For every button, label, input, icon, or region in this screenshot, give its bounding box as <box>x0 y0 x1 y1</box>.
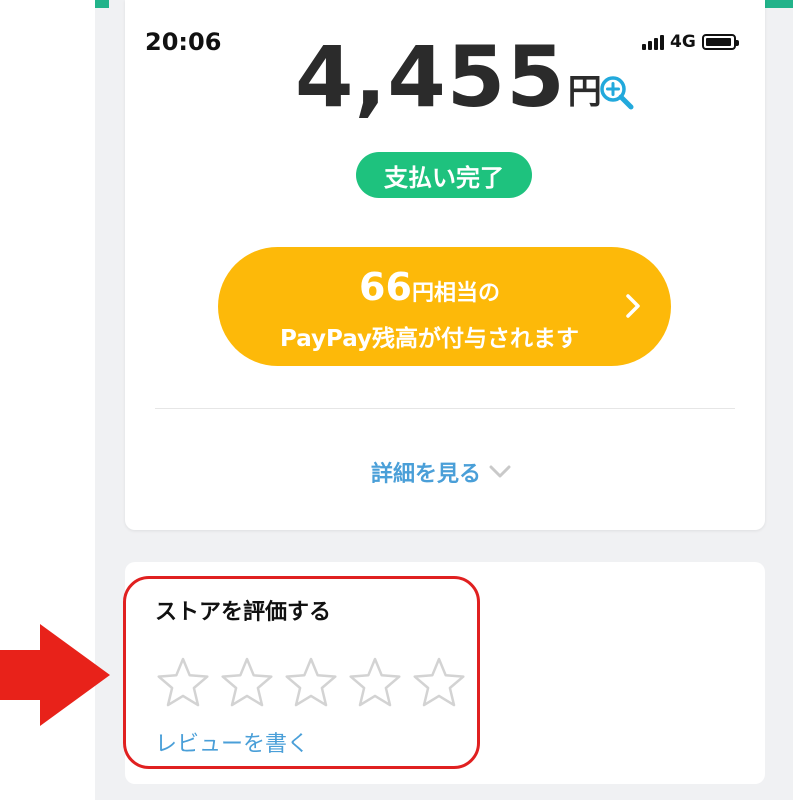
header-accent-right <box>765 0 793 8</box>
signal-icon <box>642 34 664 50</box>
network-label: 4G <box>670 32 696 52</box>
chevron-down-icon <box>489 465 511 478</box>
payment-status-badge: 支払い完了 <box>356 152 532 198</box>
details-label: 詳細を見る <box>371 462 482 487</box>
status-indicators: 4G <box>642 32 739 52</box>
battery-icon <box>701 34 739 50</box>
bonus-amount-line: 66円相当の <box>218 265 641 309</box>
payment-amount: 4,455 円 <box>295 35 602 119</box>
bonus-points-button[interactable]: 66円相当の PayPay残高が付与されます <box>218 247 671 366</box>
bonus-amount: 66 <box>359 265 412 309</box>
annotation-highlight-box <box>123 576 480 769</box>
zoom-in-icon[interactable] <box>598 74 636 112</box>
amount-value: 4,455 <box>295 28 566 126</box>
divider <box>155 408 735 409</box>
amount-currency: 円 <box>567 72 602 112</box>
arrow-right-icon <box>0 624 110 726</box>
chevron-right-icon <box>626 294 640 318</box>
bonus-suffix: 円相当の <box>411 281 500 306</box>
show-details-link[interactable]: 詳細を見る <box>371 456 511 488</box>
header-accent-left <box>95 0 109 8</box>
bonus-message: PayPay残高が付与されます <box>279 326 580 352</box>
status-time: 20:06 <box>145 28 222 56</box>
